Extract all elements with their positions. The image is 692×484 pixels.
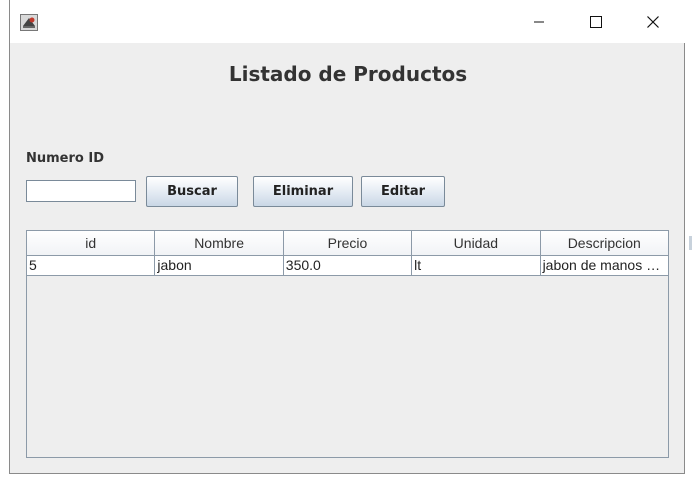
products-table[interactable]: id Nombre Precio Unidad Descripcion 5 ja… [26, 230, 669, 458]
close-icon [647, 15, 659, 28]
column-header-nombre[interactable]: Nombre [155, 231, 284, 256]
cell-id[interactable]: 5 [27, 256, 156, 276]
title-bar[interactable] [10, 0, 686, 43]
java-cup-icon [20, 14, 38, 31]
delete-button[interactable]: Eliminar [253, 176, 353, 207]
cell-precio[interactable]: 350.0 [283, 256, 413, 276]
cell-nombre[interactable]: jabon [155, 256, 284, 276]
search-button[interactable]: Buscar [146, 176, 238, 207]
minimize-button[interactable] [516, 0, 562, 43]
table-row[interactable]: 5 jabon 350.0 lt jabon de manos y cuerpo [27, 256, 668, 276]
page-title: Listado de Productos [228, 62, 468, 86]
column-header-precio[interactable]: Precio [283, 231, 413, 256]
app-window: Listado de Productos Numero ID Buscar El… [9, 0, 686, 474]
id-label: Numero ID [26, 151, 104, 166]
column-header-descripcion[interactable]: Descripcion [540, 231, 668, 256]
column-header-unidad[interactable]: Unidad [412, 231, 541, 256]
id-input[interactable] [26, 180, 136, 202]
column-header-id[interactable]: id [27, 231, 156, 256]
edit-button[interactable]: Editar [361, 176, 445, 207]
minimize-icon [534, 21, 544, 22]
table-header: id Nombre Precio Unidad Descripcion [27, 231, 668, 256]
close-button[interactable] [630, 0, 676, 43]
cell-descripcion[interactable]: jabon de manos y cuerpo [540, 256, 668, 276]
maximize-icon [590, 15, 602, 28]
cell-unidad[interactable]: lt [412, 256, 541, 276]
maximize-button[interactable] [573, 0, 619, 43]
